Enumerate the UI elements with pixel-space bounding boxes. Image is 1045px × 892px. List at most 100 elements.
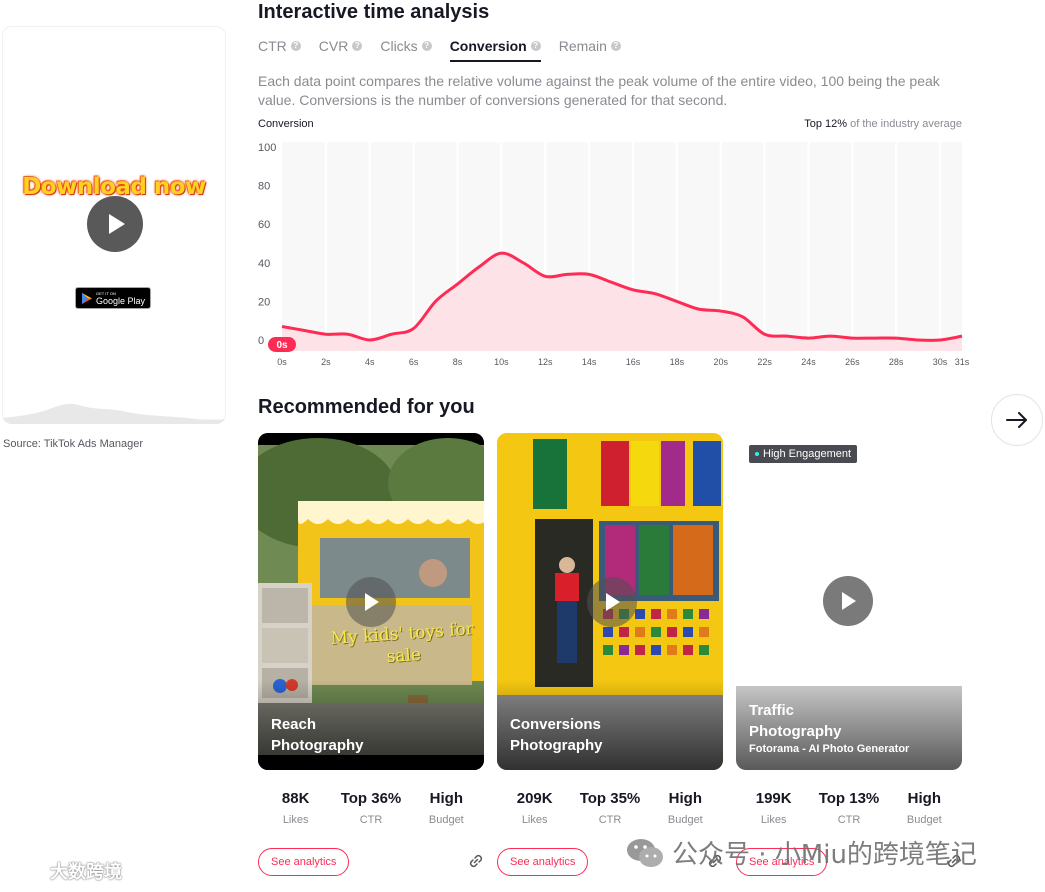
tab-cvr[interactable]: CVR ?: [319, 38, 363, 60]
x-tick-label: 14s: [582, 357, 597, 367]
see-analytics-button[interactable]: See analytics: [497, 848, 589, 876]
card-stats: 209K Likes Top 35% CTR High Budget: [497, 790, 723, 826]
stat-label: Likes: [521, 814, 548, 826]
brand-logo-icon: [6, 861, 40, 881]
stat-value: 209K: [516, 790, 553, 807]
y-tick-label: 60: [258, 219, 270, 231]
plot-area: [282, 142, 962, 351]
tab-label: CTR: [258, 38, 287, 54]
play-icon: [109, 214, 125, 234]
metric-tabs: CTR ? CVR ? Clicks ? Conversion ? Remain…: [258, 38, 639, 62]
y-tick-label: 40: [258, 258, 270, 270]
card-caption: Conversions Photography: [510, 714, 603, 756]
google-play-badge[interactable]: GET IT ON Google Play: [75, 287, 151, 309]
card-play-button[interactable]: [587, 577, 637, 627]
arrow-right-icon: [1006, 412, 1027, 428]
stat-likes: 209K Likes: [497, 790, 572, 826]
stat-value: 199K: [755, 790, 792, 807]
help-icon[interactable]: ?: [610, 41, 621, 51]
wechat-watermark: 公众号 · 小Miu的跨境笔记: [626, 834, 977, 871]
play-icon: [365, 593, 379, 611]
x-tick-label: 24s: [801, 357, 816, 367]
recommended-title: Recommended for you: [258, 396, 475, 418]
x-tick-label: 12s: [538, 357, 553, 367]
tab-label: Conversion: [449, 38, 527, 54]
help-icon[interactable]: ?: [352, 41, 363, 51]
chart-description: Each data point compares the relative vo…: [258, 73, 940, 108]
x-tick-label: 31s: [955, 357, 970, 367]
x-tick-label: 20s: [713, 357, 728, 367]
card-caption: Traffic Photography Fotorama - AI Photo …: [749, 700, 909, 756]
next-button[interactable]: [991, 394, 1043, 446]
card-subtitle: Photography: [749, 723, 842, 740]
badge-label: High Engagement: [763, 448, 852, 460]
x-tick-label: 2s: [321, 357, 331, 367]
tab-remain[interactable]: Remain ?: [559, 38, 621, 60]
card-title: Traffic: [749, 702, 795, 719]
y-tick-label: 80: [258, 181, 270, 193]
stat-ctr: Top 13% CTR: [811, 790, 886, 826]
stat-label: Likes: [760, 814, 787, 826]
badge-dot: [755, 452, 759, 456]
stat-value: Top 35%: [579, 790, 641, 807]
help-icon[interactable]: ?: [421, 41, 432, 51]
help-icon[interactable]: ?: [530, 41, 541, 51]
card-play-button[interactable]: [346, 577, 396, 627]
section-title: Interactive time analysis: [258, 1, 490, 23]
mini-waveform: [2, 403, 226, 424]
stat-value: High: [429, 790, 463, 807]
x-tick-label: 6s: [409, 357, 419, 367]
stat-budget: High Budget: [409, 790, 484, 826]
tab-clicks[interactable]: Clicks ?: [380, 38, 432, 60]
stat-label: Budget: [667, 814, 703, 826]
industry-comparison: Top 12% of the industry average: [804, 118, 962, 130]
x-tick-label: 8s: [453, 357, 463, 367]
preview-play-button[interactable]: [87, 196, 143, 252]
card-subtitle: Photography: [510, 737, 603, 754]
card-play-button[interactable]: [823, 576, 873, 626]
stat-value: Top 13%: [818, 790, 880, 807]
card-stats: 199K Likes Top 13% CTR High Budget: [736, 790, 962, 826]
series-area: [282, 253, 962, 351]
see-analytics-button[interactable]: See analytics: [258, 848, 350, 876]
link-icon[interactable]: [467, 852, 485, 870]
brand-watermark-text: 大数跨境: [50, 862, 122, 883]
industry-rest: of the industry average: [847, 118, 962, 130]
wechat-icon: [627, 838, 663, 867]
stat-label: Likes: [282, 814, 309, 826]
x-tick-label: 22s: [757, 357, 772, 367]
recommended-card[interactable]: Conversions Photography: [497, 433, 723, 770]
x-tick-label: 16s: [626, 357, 641, 367]
x-tick-label: 18s: [670, 357, 685, 367]
x-tick-label: 26s: [845, 357, 860, 367]
gplay-big-text: Google Play: [96, 295, 146, 306]
x-tick-label: 10s: [494, 357, 509, 367]
tab-conversion[interactable]: Conversion ?: [449, 38, 541, 62]
help-icon[interactable]: ?: [290, 41, 301, 51]
stat-label: CTR: [359, 814, 383, 826]
stat-value: 88K: [281, 790, 310, 807]
card-caption: Reach Photography: [271, 714, 364, 756]
x-tick-label: 4s: [365, 357, 375, 367]
source-note: Source: TikTok Ads Manager: [3, 438, 144, 450]
card-app-name: Fotorama - AI Photo Generator: [749, 743, 910, 755]
stat-label: Budget: [906, 814, 942, 826]
stat-ctr: Top 35% CTR: [572, 790, 647, 826]
y-tick-label: 0: [258, 335, 264, 347]
tab-ctr[interactable]: CTR ?: [258, 38, 301, 60]
recommended-card[interactable]: My kids' toys for sale Reach Photography: [258, 433, 484, 770]
google-play-icon: [82, 292, 92, 304]
metric-label: Conversion: [258, 118, 314, 130]
x-tick-label: 30s: [933, 357, 948, 367]
stat-label: CTR: [837, 814, 861, 826]
time-marker: [268, 337, 296, 352]
wechat-watermark-text: 公众号 · 小Miu的跨境笔记: [672, 840, 977, 870]
stat-budget: High Budget: [887, 790, 962, 826]
stat-budget: High Budget: [648, 790, 723, 826]
play-icon: [842, 592, 856, 610]
time-marker-label: 0s: [276, 340, 288, 351]
recommended-card[interactable]: High Engagement Traffic Photography Foto…: [736, 433, 962, 770]
video-preview[interactable]: Download now GET IT ON Google Play: [2, 26, 226, 424]
y-tick-label: 100: [258, 142, 276, 154]
high-engagement-badge: High Engagement: [749, 445, 858, 463]
